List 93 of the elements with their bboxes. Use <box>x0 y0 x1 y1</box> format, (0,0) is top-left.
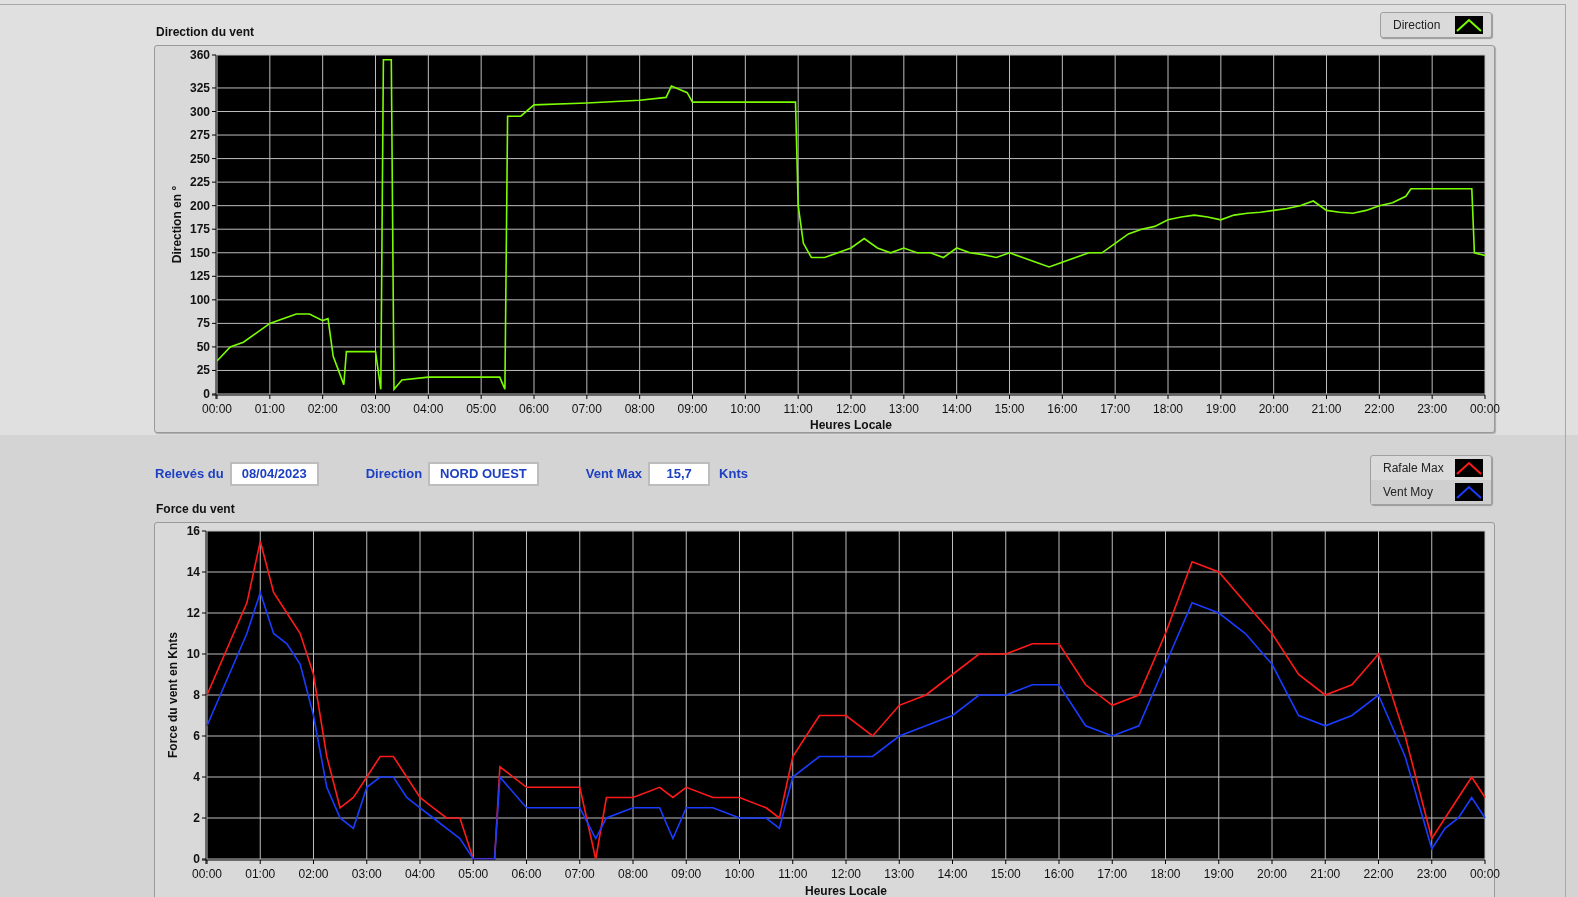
tick-label: 6 <box>193 729 200 743</box>
tick-label: 360 <box>189 48 210 62</box>
tick-label: 09:00 <box>671 867 702 881</box>
tick-label: 12 <box>186 606 200 620</box>
tick-label: 20:00 <box>1258 402 1289 416</box>
tick-label: 275 <box>189 128 210 143</box>
tick-label: 16 <box>186 524 200 538</box>
tick-label: 03:00 <box>360 402 391 416</box>
tick-label: 02:00 <box>298 867 329 881</box>
tick-label: 18:00 <box>1153 402 1183 416</box>
axis-title: Heures Locale <box>805 884 887 897</box>
tick-label: 08:00 <box>618 867 648 881</box>
legend-label: Direction <box>1393 17 1441 34</box>
tick-label: 13:00 <box>888 402 919 416</box>
tick-label: 00:00 <box>202 402 232 416</box>
tick-label: 22:00 <box>1363 867 1394 881</box>
tick-label: 4 <box>193 770 200 784</box>
value-field[interactable]: NORD OUEST <box>428 462 539 486</box>
legend-label: Vent Moy <box>1383 484 1434 501</box>
tick-label: 15:00 <box>994 402 1025 416</box>
tick-label: 14 <box>186 565 200 579</box>
tick-label: 17:00 <box>1097 867 1128 881</box>
tick-label: 14:00 <box>941 402 972 416</box>
tick-label: 300 <box>189 104 210 119</box>
chart-title: Force du vent <box>156 501 236 518</box>
tick-label: 00:00 <box>1470 402 1500 416</box>
tick-label: 20:00 <box>1257 867 1287 881</box>
tick-label: 10 <box>186 647 200 661</box>
tick-label: 125 <box>189 269 210 284</box>
tick-label: 03:00 <box>351 867 382 881</box>
tick-label: 75 <box>196 316 210 331</box>
tick-label: 17:00 <box>1100 402 1131 416</box>
tick-label: 100 <box>189 292 210 307</box>
tick-label: 325 <box>189 80 210 95</box>
tick-label: 11:00 <box>778 867 808 881</box>
tick-label: 06:00 <box>511 867 542 881</box>
tick-label: 14:00 <box>937 867 968 881</box>
tick-label: 13:00 <box>884 867 915 881</box>
line-swatch-icon <box>1455 16 1483 34</box>
tick-label: 06:00 <box>519 402 549 416</box>
tick-label: 19:00 <box>1203 867 1234 881</box>
tick-label: 07:00 <box>571 402 602 416</box>
tick-label: 200 <box>189 198 210 213</box>
tick-label: 2 <box>193 811 200 825</box>
tick-label: 25 <box>196 363 210 378</box>
tick-label: 11:00 <box>783 402 813 416</box>
tick-label: 16:00 <box>1047 402 1078 416</box>
tick-label: 21:00 <box>1310 867 1341 881</box>
tick-label: 22:00 <box>1364 402 1395 416</box>
value-field[interactable]: 15,7 <box>648 462 711 486</box>
field-label: Vent Max <box>585 465 643 484</box>
tick-label: 19:00 <box>1205 402 1236 416</box>
tick-label: 23:00 <box>1417 402 1448 416</box>
tick-label: 00:00 <box>192 867 222 881</box>
tick-label: 01:00 <box>254 402 285 416</box>
tick-label: 21:00 <box>1311 402 1342 416</box>
tick-label: 18:00 <box>1150 867 1181 881</box>
value-field[interactable]: 08/04/2023 <box>229 462 319 486</box>
tick-label: 50 <box>196 339 210 354</box>
tick-label: 23:00 <box>1416 867 1447 881</box>
tick-label: 04:00 <box>413 402 444 416</box>
tick-label: 0 <box>203 387 210 401</box>
tick-label: 09:00 <box>677 402 708 416</box>
tick-label: 08:00 <box>624 402 655 416</box>
tick-label: 01:00 <box>245 867 276 881</box>
tick-label: 12:00 <box>836 402 866 416</box>
field-label: Relevés du <box>155 465 224 484</box>
legend-label: Rafale Max <box>1383 460 1444 477</box>
unit-label: Knts <box>719 465 748 484</box>
tick-label: 250 <box>189 151 210 166</box>
tick-label: 00:00 <box>1470 867 1500 881</box>
line-swatch-icon <box>1455 483 1483 501</box>
tick-label: 10:00 <box>730 402 761 416</box>
tick-label: 02:00 <box>307 402 338 416</box>
tick-label: 04:00 <box>405 867 435 881</box>
field-label: Direction <box>365 465 423 484</box>
axis-title: Force du vent en Knts <box>166 632 180 758</box>
tick-label: 12:00 <box>831 867 861 881</box>
tick-label: 175 <box>189 222 210 237</box>
tick-label: 16:00 <box>1044 867 1074 881</box>
axis-title: Direction en ° <box>170 185 184 264</box>
tick-label: 05:00 <box>458 867 489 881</box>
tick-label: 0 <box>193 852 200 866</box>
line-swatch-icon <box>1455 459 1483 477</box>
tick-label: 05:00 <box>466 402 497 416</box>
tick-label: 15:00 <box>990 867 1021 881</box>
axis-title: Heures Locale <box>810 418 892 432</box>
tick-label: 150 <box>189 245 210 260</box>
tick-label: 225 <box>189 175 210 190</box>
tick-label: 10:00 <box>724 867 755 881</box>
tick-label: 07:00 <box>564 867 595 881</box>
chart-title: Direction du vent <box>156 24 254 41</box>
tick-label: 8 <box>193 688 200 702</box>
